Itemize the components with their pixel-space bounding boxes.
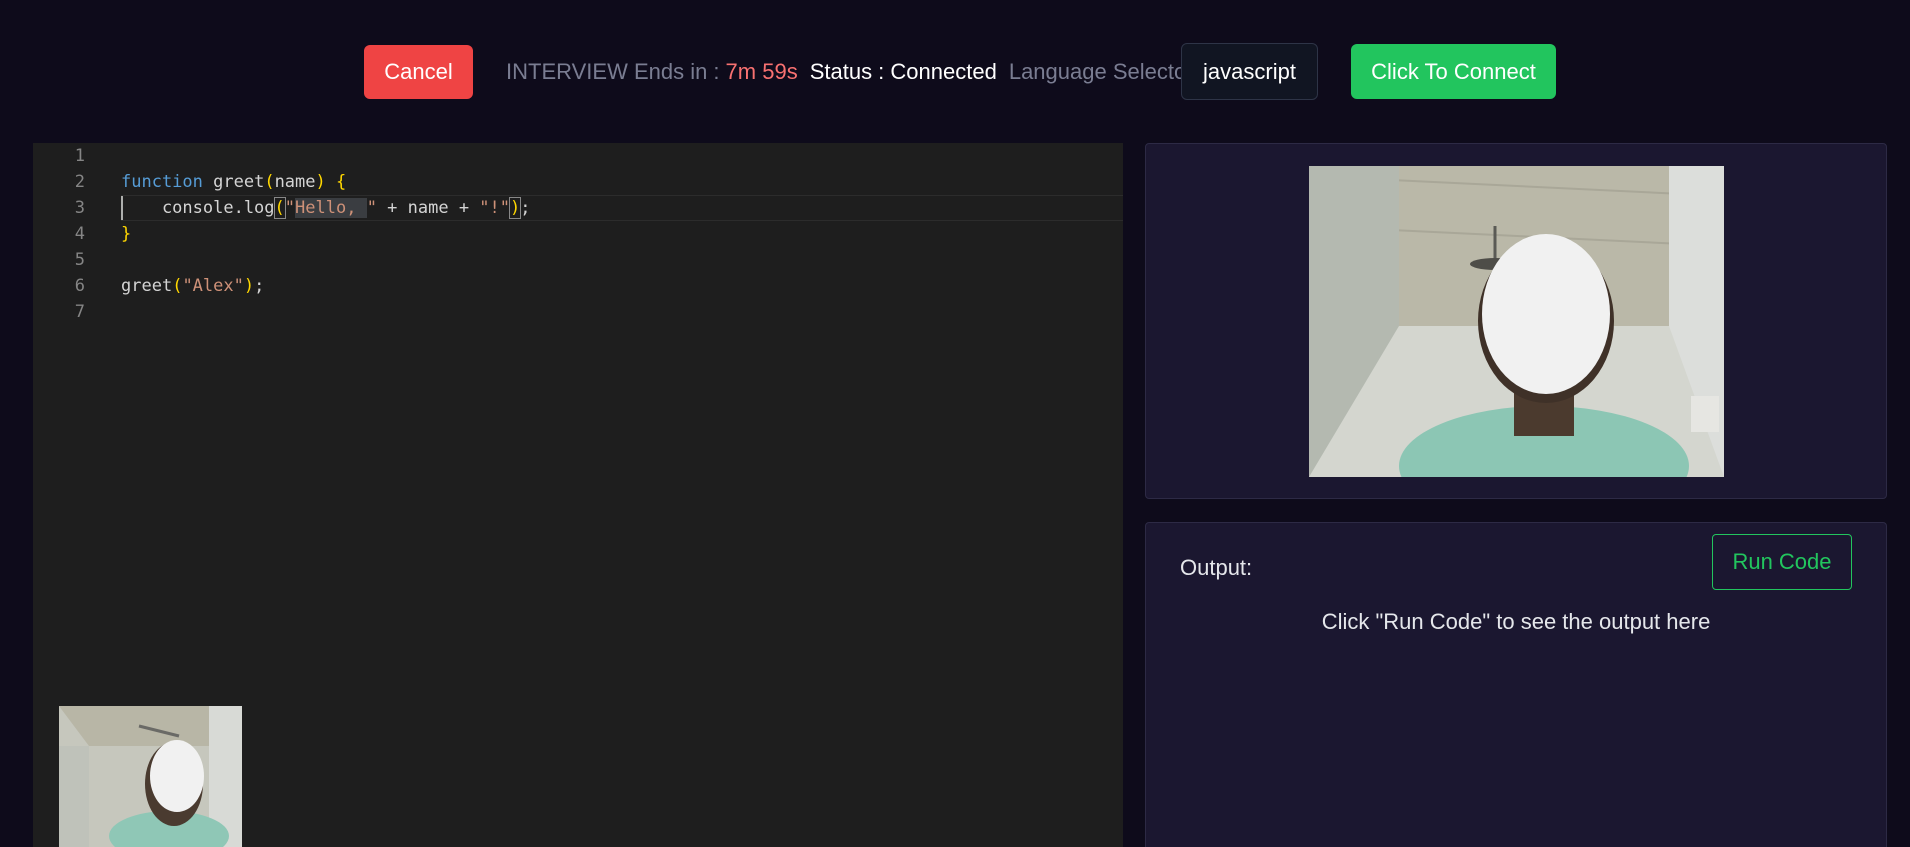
top-bar: Cancel INTERVIEW Ends in : 7m 59s Status…	[0, 0, 1910, 140]
output-placeholder: Click "Run Code" to see the output here	[1321, 609, 1711, 634]
keyword: function	[121, 172, 203, 192]
code-line-4[interactable]: }	[121, 221, 131, 247]
brace: }	[121, 224, 132, 244]
line-number: 2	[74, 172, 85, 192]
code-line-6[interactable]: greet("Alex");	[121, 273, 264, 299]
string: "	[284, 198, 296, 218]
output-label: Output:	[1180, 555, 1253, 580]
interview-status: INTERVIEW Ends in : 7m 59s Status : Conn…	[506, 56, 1206, 88]
line-number: 4	[74, 224, 85, 244]
semicolon: ;	[520, 198, 531, 218]
line-number: 6	[74, 276, 85, 296]
line-number: 3	[74, 198, 85, 218]
code-line-3[interactable]: console.log("Hello, " + name + "!");	[121, 195, 531, 221]
identifier: console.log	[121, 198, 275, 218]
identifier: greet	[121, 276, 173, 296]
connect-button[interactable]: Click To Connect	[1351, 44, 1556, 99]
line-number: 5	[74, 250, 85, 270]
expression: + name +	[376, 198, 480, 218]
language-select[interactable]: javascript	[1181, 43, 1318, 100]
cancel-button[interactable]: Cancel	[364, 45, 473, 99]
countdown-timer: 7m 59s	[725, 59, 798, 84]
code-editor[interactable]: 1 2 3 4 5 6 7 function greet(name) { con…	[33, 143, 1123, 847]
string: "!"	[479, 198, 511, 218]
identifier: name	[274, 172, 316, 192]
line-number: 7	[74, 302, 85, 322]
paren: )	[243, 276, 255, 296]
brace: {	[336, 172, 347, 192]
run-code-button[interactable]: Run Code	[1712, 534, 1852, 590]
code-line-2[interactable]: function greet(name) {	[121, 169, 346, 195]
semicolon: ;	[254, 276, 265, 296]
remote-video-feed	[1309, 166, 1724, 477]
paren: (	[172, 276, 183, 296]
interview-ends-label: INTERVIEW Ends in :	[506, 59, 720, 84]
paren: (	[273, 197, 286, 219]
paren: (	[264, 172, 275, 192]
output-panel: Output: Run Code Click "Run Code" to see…	[1145, 522, 1887, 847]
video-panel	[1145, 143, 1887, 499]
identifier: greet	[202, 172, 265, 192]
self-video-feed	[59, 706, 242, 847]
paren: )	[315, 172, 326, 192]
string: "	[366, 198, 377, 218]
language-selector-label: Language Selector :	[1008, 59, 1206, 84]
string: "Alex"	[182, 276, 244, 296]
line-number: 1	[74, 146, 85, 166]
selected-string: Hello,	[295, 198, 367, 218]
paren: )	[508, 197, 522, 219]
connection-status: Status : Connected	[809, 59, 997, 84]
